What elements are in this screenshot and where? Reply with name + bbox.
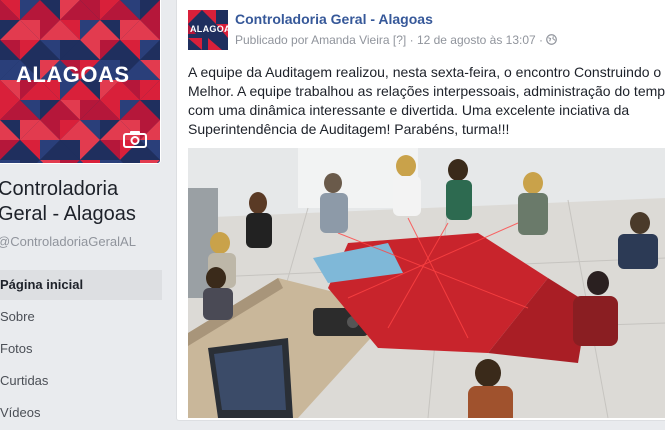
page-title: Controladoria Geral - Alagoas xyxy=(0,178,136,225)
camera-icon[interactable] xyxy=(123,130,147,148)
cover-pattern-tile xyxy=(140,160,160,163)
group-meeting-photo xyxy=(188,148,665,418)
nav-item-photos[interactable]: Fotos xyxy=(0,334,162,364)
page-navigation: Página inicial Sobre Fotos Curtidas Víde… xyxy=(0,270,162,430)
post-avatar[interactable]: ALAGOAS xyxy=(188,10,228,50)
globe-icon[interactable] xyxy=(546,34,558,45)
cover-pattern-tile xyxy=(80,160,100,163)
cover-pattern-tile xyxy=(0,160,20,163)
nav-item-likes[interactable]: Curtidas xyxy=(0,366,162,396)
cover-pattern-tile xyxy=(40,160,60,163)
published-prefix: Publicado por xyxy=(235,33,309,47)
nav-item-about[interactable]: Sobre xyxy=(0,302,162,332)
page-handle: @ControladoriaGeralAL xyxy=(0,234,136,249)
post-card: ALAGOAS Controladoria Geral - Alagoas Pu… xyxy=(176,0,665,421)
nav-item-videos[interactable]: Vídeos xyxy=(0,398,162,428)
avatar-logo-text: ALAGOAS xyxy=(190,24,228,34)
meta-separator: · xyxy=(409,33,414,47)
nav-item-home[interactable]: Página inicial xyxy=(0,270,162,300)
cover-pattern-tile xyxy=(120,160,140,163)
cover-pattern-tile xyxy=(100,160,120,163)
meta-separator-2: · xyxy=(539,33,544,47)
post-text: A equipe da Auditagem realizou, nesta se… xyxy=(188,64,665,137)
alagoas-logo: ALAGOAS xyxy=(16,62,130,87)
profile-picture[interactable]: ALAGOAS xyxy=(0,0,160,163)
post-timestamp[interactable]: 12 de agosto às 13:07 xyxy=(417,33,536,47)
post-photo[interactable] xyxy=(188,148,665,418)
help-marker-link[interactable]: [?] xyxy=(393,33,406,47)
published-by-link[interactable]: Amanda Vieira xyxy=(311,33,390,47)
cover-pattern-tile xyxy=(60,160,80,163)
post-meta: Publicado por Amanda Vieira [?] · 12 de … xyxy=(235,33,558,47)
cover-pattern-tile xyxy=(20,160,40,163)
post-author-link[interactable]: Controladoria Geral - Alagoas xyxy=(235,11,433,27)
